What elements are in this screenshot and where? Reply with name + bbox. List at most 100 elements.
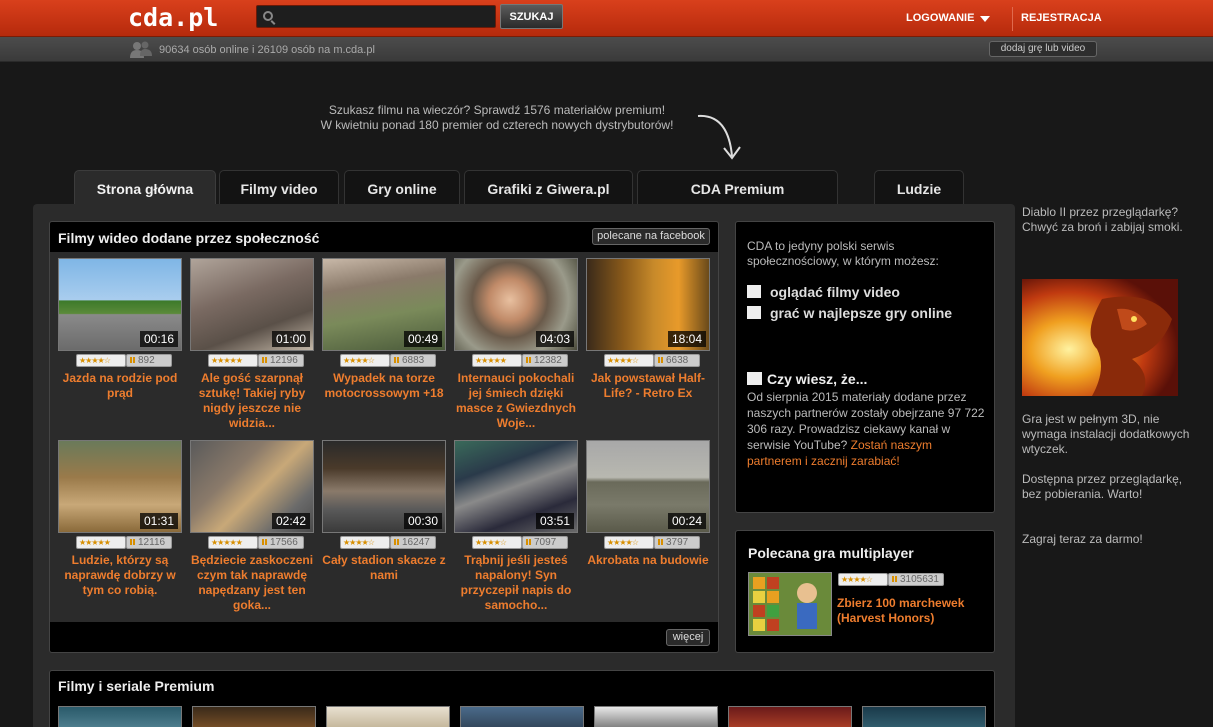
star-rating: ★★★★☆: [472, 536, 522, 549]
premium-poster[interactable]: [192, 706, 316, 727]
premium-poster[interactable]: [460, 706, 584, 727]
bar-chart-icon: [526, 357, 531, 363]
login-link[interactable]: LOGOWANIE: [906, 12, 974, 24]
view-count-value: 3105631: [900, 574, 939, 585]
tab-home[interactable]: Strona główna: [74, 170, 216, 205]
premium-poster[interactable]: [728, 706, 852, 727]
ad-image[interactable]: [1022, 279, 1178, 396]
video-title[interactable]: Trąbnij jeśli jesteś napalony! Syn przyc…: [450, 553, 582, 613]
video-duration: 00:49: [403, 331, 442, 347]
star-rating: ★★★★☆: [604, 536, 654, 549]
video-item[interactable]: 00:24 ★★★★☆ 3797 Akrobata na budowie: [586, 440, 710, 620]
users-icon: [130, 41, 152, 58]
video-item[interactable]: 01:31 ★★★★★ 12116 Ludzie, którzy są napr…: [58, 440, 182, 620]
video-title[interactable]: Ludzie, którzy są naprawdę dobrzy w tym …: [54, 553, 186, 598]
promo-line-2[interactable]: W kwietniu ponad 180 premier od czterech…: [287, 118, 707, 132]
view-count: 16247: [390, 536, 436, 549]
search-button[interactable]: SZUKAJ: [500, 4, 563, 29]
video-duration: 03:51: [535, 513, 574, 529]
bar-chart-icon: [892, 576, 897, 582]
video-item[interactable]: 00:16 ★★★★☆ 892 Jazda na rodzie pod prąd: [58, 258, 182, 438]
bar-chart-icon: [526, 539, 531, 545]
tab-premium[interactable]: CDA Premium: [637, 170, 838, 204]
premium-poster[interactable]: [326, 706, 450, 727]
video-item[interactable]: 03:51 ★★★★☆ 7097 Trąbnij jeśli jesteś na…: [454, 440, 578, 620]
feature-watch[interactable]: oglądać filmy video: [747, 284, 900, 300]
search-input[interactable]: [279, 8, 491, 25]
did-you-know-title: Czy wiesz, że...: [747, 371, 867, 387]
video-duration: 00:16: [139, 331, 178, 347]
site-logo[interactable]: cda.pl: [128, 3, 218, 32]
info-section: CDA to jedyny polski serwis społeczności…: [735, 221, 995, 513]
video-item[interactable]: 00:30 ★★★★☆ 16247 Cały stadion skacze z …: [322, 440, 446, 620]
search-icon: [263, 11, 273, 21]
video-item[interactable]: 01:00 ★★★★★ 12196 Ale gość szarpnął sztu…: [190, 258, 314, 438]
video-thumbnail[interactable]: 03:51: [454, 440, 578, 533]
tab-people[interactable]: Ludzie: [874, 170, 964, 204]
video-thumbnail[interactable]: 18:04: [586, 258, 710, 351]
video-thumbnail[interactable]: 01:00: [190, 258, 314, 351]
star-rating: ★★★★★: [208, 354, 258, 367]
add-content-button[interactable]: dodaj grę lub video: [989, 41, 1097, 57]
videos-section: Filmy wideo dodane przez społeczność pol…: [49, 221, 719, 653]
video-thumbnail[interactable]: 00:24: [586, 440, 710, 533]
register-link[interactable]: REJESTRACJA: [1021, 12, 1102, 24]
curved-arrow-icon: [697, 114, 741, 160]
info-intro: CDA to jedyny polski serwis społeczności…: [747, 239, 939, 268]
more-videos-button[interactable]: więcej: [666, 629, 710, 646]
video-item[interactable]: 18:04 ★★★★☆ 6638 Jak powstawał Half-Life…: [586, 258, 710, 438]
video-title[interactable]: Ale gość szarpnął sztukę! Takiej ryby ni…: [186, 371, 318, 431]
video-duration: 00:24: [667, 513, 706, 529]
game-title-link[interactable]: Zbierz 100 marchewek (Harvest Honors): [837, 596, 987, 626]
video-item[interactable]: 04:03 ★★★★★ 12382 Internauci pokochali j…: [454, 258, 578, 438]
view-count-value: 7097: [534, 537, 557, 548]
view-count: 12116: [126, 536, 172, 549]
video-thumbnail[interactable]: 00:30: [322, 440, 446, 533]
feature-play[interactable]: grać w najlepsze gry online: [747, 305, 952, 321]
bar-chart-icon: [394, 539, 399, 545]
view-count-value: 892: [138, 355, 155, 366]
premium-poster[interactable]: [594, 706, 718, 727]
video-title[interactable]: Jak powstawał Half-Life? - Retro Ex: [582, 371, 714, 401]
video-thumbnail[interactable]: 02:42: [190, 440, 314, 533]
did-you-know-heading: Czy wiesz, że...: [767, 371, 868, 387]
star-rating: ★★★★☆: [340, 354, 390, 367]
video-item[interactable]: 02:42 ★★★★★ 17566 Będziecie zaskoczeni c…: [190, 440, 314, 620]
chevron-down-icon[interactable]: [980, 16, 990, 22]
premium-poster[interactable]: [58, 706, 182, 727]
video-title[interactable]: Cały stadion skacze z nami: [318, 553, 450, 583]
search-box[interactable]: [256, 5, 496, 28]
video-thumbnail[interactable]: 00:16: [58, 258, 182, 351]
premium-poster[interactable]: [862, 706, 986, 727]
bar-chart-icon: [658, 357, 663, 363]
view-count-value: 3797: [666, 537, 689, 548]
tab-games[interactable]: Gry online: [344, 170, 460, 204]
ad-headline[interactable]: Diablo II przez przeglądarkę? Chwyć za b…: [1022, 205, 1192, 235]
ad-text: Dostępna przez przeglądarkę, bez pobiera…: [1022, 472, 1183, 501]
video-title[interactable]: Akrobata na budowie: [582, 553, 714, 568]
video-thumbnail[interactable]: 00:49: [322, 258, 446, 351]
view-count: 6638: [654, 354, 700, 367]
video-title[interactable]: Internauci pokochali jej śmiech dzięki m…: [450, 371, 582, 431]
video-title[interactable]: Jazda na rodzie pod prąd: [54, 371, 186, 401]
video-item[interactable]: 00:49 ★★★★☆ 6883 Wypadek na torze motocr…: [322, 258, 446, 438]
video-title[interactable]: Wypadek na torze motocrossowym +18: [318, 371, 450, 401]
video-thumbnail[interactable]: 01:31: [58, 440, 182, 533]
game-thumbnail-art: [749, 573, 831, 635]
ad-cta[interactable]: Zagraj teraz za darmo!: [1022, 532, 1192, 547]
featured-game-section: Polecana gra multiplayer ★★★★☆ 3105631 Z…: [735, 530, 995, 653]
promo-line-1[interactable]: Szukasz filmu na wieczór? Sprawdź 1576 m…: [287, 103, 707, 117]
view-count: 17566: [258, 536, 304, 549]
bar-chart-icon: [262, 539, 267, 545]
view-count: 3797: [654, 536, 700, 549]
game-thumbnail[interactable]: [748, 572, 832, 636]
video-thumbnail[interactable]: 04:03: [454, 258, 578, 351]
tab-graphics[interactable]: Grafiki z Giwera.pl: [464, 170, 633, 204]
ad-text: Gra jest w pełnym 3D, nie wymaga instala…: [1022, 412, 1190, 456]
view-count-value: 16247: [402, 537, 430, 548]
tab-videos[interactable]: Filmy video: [219, 170, 339, 204]
video-title[interactable]: Będziecie zaskoczeni czym tak naprawdę n…: [186, 553, 318, 613]
feature-watch-label: oglądać filmy video: [770, 284, 900, 300]
star-rating: ★★★★☆: [76, 354, 126, 367]
facebook-recommended-button[interactable]: polecane na facebook: [592, 228, 710, 245]
